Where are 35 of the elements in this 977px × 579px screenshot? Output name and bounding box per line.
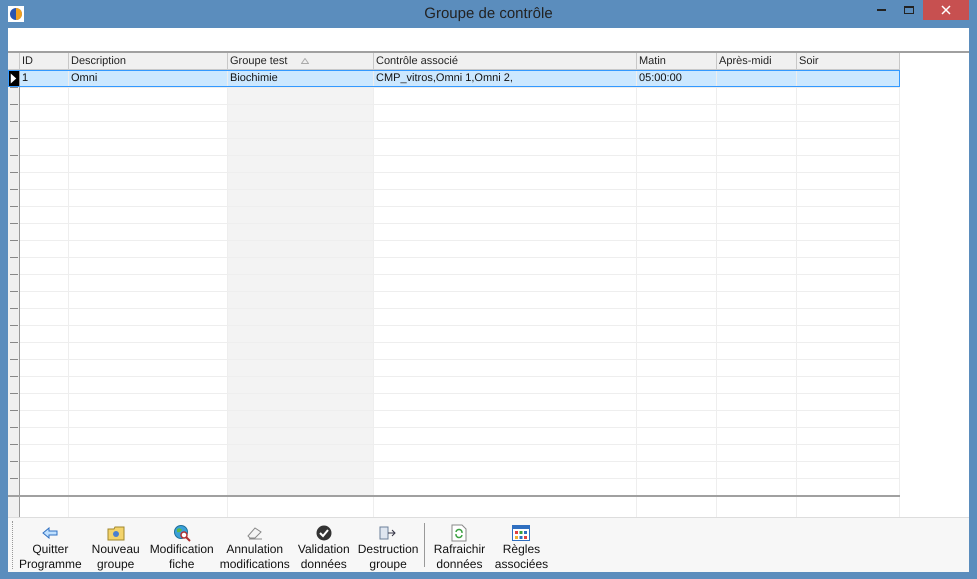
table-cell-text: 1: [22, 71, 28, 86]
table-cell-text: Biochimie: [230, 71, 278, 86]
table-cell-text: CMP_vitros,Omni 1,Omni 2,: [376, 71, 513, 86]
toolbar-button[interactable]: Validation données: [292, 518, 355, 572]
toolbar-button[interactable]: Nouveau groupe: [84, 518, 147, 572]
eraser-icon: [246, 526, 264, 540]
table-cell-text: Omni: [71, 71, 98, 86]
close-button[interactable]: [923, 0, 969, 20]
table-row[interactable]: 1 Omni Biochimie CMP_vitros,Omni 1,Omni 2, 05:00:00: [8, 70, 900, 87]
left-arrow-icon: [42, 527, 58, 539]
column-header[interactable]: ID: [20, 53, 69, 69]
column-header[interactable]: Description: [69, 53, 228, 69]
column-header[interactable]: Soir: [797, 53, 900, 69]
app-logo-icon: [8, 6, 24, 22]
column-header[interactable]: Après-midi: [717, 53, 797, 69]
toolbar-button[interactable]: Quitter Programme: [16, 518, 85, 572]
arrow-lines-icon: [379, 526, 398, 540]
column-header[interactable]: Contrôle associé: [374, 53, 637, 69]
toolbar-button[interactable]: Annulation modifications: [216, 518, 293, 572]
column-header[interactable]: Groupe test: [228, 53, 374, 69]
window-title: Groupe de contrôle: [424, 4, 553, 24]
close-icon: [941, 5, 951, 15]
toolbar-button[interactable]: Modification fiche: [146, 518, 217, 572]
toolbar-button[interactable]: Destruction groupe: [354, 518, 422, 572]
row-pointer-icon: [8, 70, 19, 87]
toolbar-button[interactable]: Rafraichir données: [428, 518, 490, 572]
sort-arrow-icon: [301, 58, 310, 64]
table-cell-text: 05:00:00: [639, 71, 682, 86]
refresh-document-icon: [451, 524, 468, 542]
column-header[interactable]: Matin: [637, 53, 717, 69]
checkmark-icon: [316, 525, 332, 541]
folder-icon: [106, 526, 125, 540]
globe-magnifier-icon: [172, 524, 191, 542]
grid-icon: [512, 525, 530, 541]
toolbar-button[interactable]: Règles associées: [490, 518, 552, 572]
